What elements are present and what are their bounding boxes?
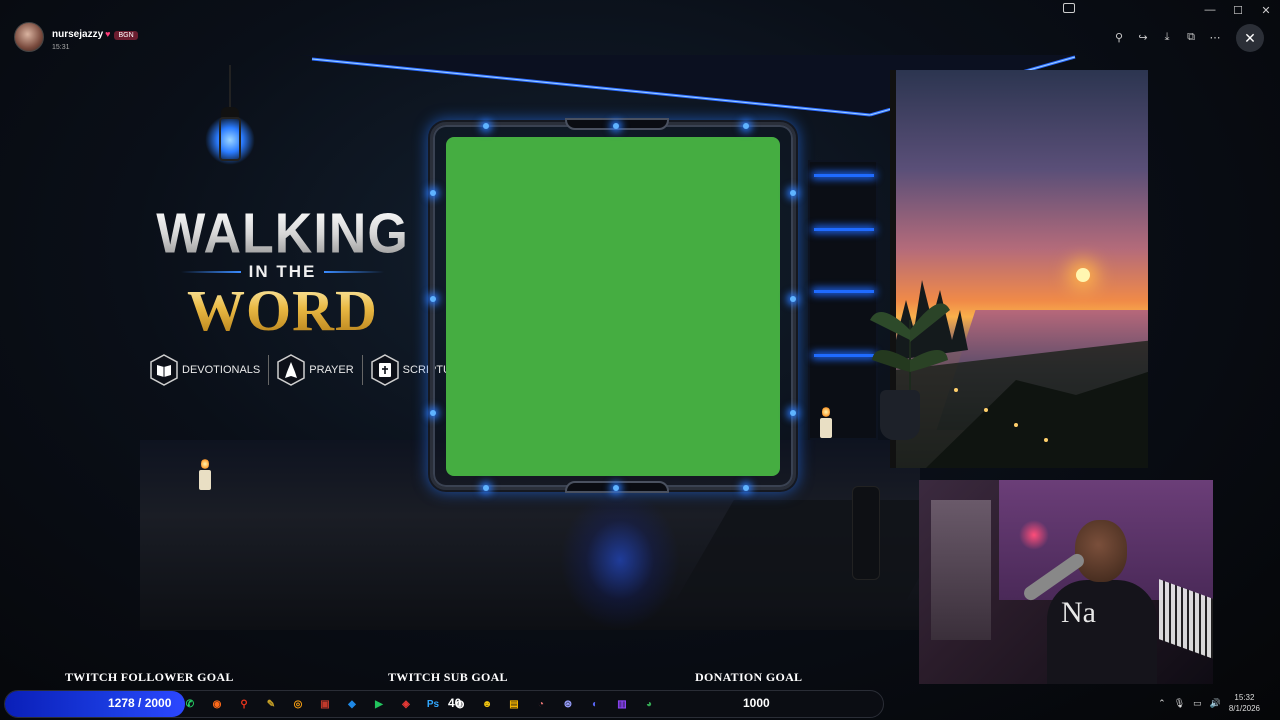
whatsapp-icon[interactable]: ✆: [180, 694, 200, 714]
avatar[interactable]: [14, 22, 44, 52]
candle: [820, 418, 832, 438]
category-list: DEVOTIONALS PRAYER SCRIPTURE: [150, 354, 466, 386]
lantern-icon: [205, 65, 255, 185]
search-icon[interactable]: ⚲: [234, 694, 254, 714]
close-window-icon[interactable]: ✕: [1252, 0, 1280, 20]
photoshop-icon[interactable]: Ps: [423, 694, 443, 714]
category-prayer: PRAYER: [277, 354, 354, 386]
candle-flame: [822, 406, 830, 418]
water-bottle: [852, 486, 880, 580]
stream-title: WALKING IN THE WORD: [150, 206, 415, 340]
streamlabs-icon[interactable]: ◈: [396, 694, 416, 714]
frame-led: [483, 123, 489, 129]
obs-icon[interactable]: ◎: [288, 694, 308, 714]
close-icon[interactable]: ✕: [1236, 24, 1264, 52]
pen-icon[interactable]: ✎: [261, 694, 281, 714]
frame-led: [483, 485, 489, 491]
follower-goal-value: 1278 / 2000: [108, 696, 172, 710]
frame-led: [743, 123, 749, 129]
category-devotionals: DEVOTIONALS: [150, 354, 260, 386]
bible-icon: [370, 354, 399, 386]
mic-icon[interactable]: 🎙: [1174, 698, 1185, 709]
volume-icon[interactable]: 🔊: [1210, 698, 1221, 709]
frame-led: [430, 190, 436, 196]
frame-led: [430, 296, 436, 302]
screen-capture-icon[interactable]: [1063, 3, 1075, 13]
green-screen-area: [446, 137, 780, 476]
share-icon[interactable]: ↪: [1134, 28, 1152, 46]
ninja-icon[interactable]: ☻: [477, 694, 497, 714]
frame-led: [613, 485, 619, 491]
bookshelf: [808, 160, 878, 440]
window-controls: — ☐ ✕: [1196, 0, 1280, 20]
zoom-icon[interactable]: ⚲: [1110, 28, 1128, 46]
clock-time: 15:32: [1234, 693, 1255, 702]
download-icon[interactable]: ⤓: [1158, 28, 1176, 46]
title-word: WORD: [150, 282, 415, 340]
post-author: nursejazzy ♥ BGN 15:31: [14, 22, 138, 52]
book-icon: [150, 354, 178, 386]
poster-name[interactable]: nursejazzy: [52, 29, 103, 40]
candle: [199, 470, 211, 490]
maximize-icon[interactable]: ☐: [1224, 0, 1252, 20]
frame-led: [430, 410, 436, 416]
title-walking: WALKING: [150, 206, 415, 262]
twitch-icon[interactable]: ▥: [612, 694, 632, 714]
frame-led: [790, 190, 796, 196]
system-tray: ⌃ 🎙 ▭ 🔊 15:32 8/1/2026: [1158, 692, 1260, 714]
plant-pot: [880, 390, 920, 440]
heart-icon: ♥: [105, 28, 111, 39]
viewer-toolbar: ⚲ ↪ ⤓ ⧉ ⋯: [1110, 28, 1224, 46]
category-divider: [268, 355, 270, 385]
clock[interactable]: 15:32 8/1/2026: [1229, 692, 1260, 714]
taskbar: ✆ ◉ ⚲ ✎ ◎ ▣ ◆ ▶ ◈ Ps ◍ ☻ ▤ ◔ ⊛ ◐ ▥ ◕: [180, 690, 659, 718]
capture-icon[interactable]: ◍: [450, 694, 470, 714]
webcam-feed: Na: [919, 480, 1213, 684]
more-icon[interactable]: ⋯: [1206, 28, 1224, 46]
frame-led: [790, 296, 796, 302]
frame-led: [743, 485, 749, 491]
donation-goal-label: DONATION GOAL: [695, 670, 803, 684]
chrome-icon[interactable]: ◕: [639, 694, 659, 714]
category-divider: [361, 355, 363, 385]
minimize-icon[interactable]: —: [1196, 0, 1224, 20]
post-time: 15:31: [52, 43, 70, 51]
frame-led: [613, 123, 619, 129]
floor-glow: [560, 490, 680, 630]
screen: — ☐ ✕ WALKING IN THE WORD DEVOTIONALS PR…: [0, 0, 1280, 720]
shirt-text: Na: [1061, 596, 1096, 629]
fingerprint-icon[interactable]: ⊛: [558, 694, 578, 714]
discord-icon[interactable]: ◐: [585, 694, 605, 714]
sub-goal-label: TWITCH SUB GOAL: [388, 670, 508, 684]
player-icon[interactable]: ▶: [369, 694, 389, 714]
poster-badge: BGN: [114, 30, 138, 40]
clock-icon[interactable]: ◔: [531, 694, 551, 714]
edge-icon[interactable]: ◆: [342, 694, 362, 714]
network-icon[interactable]: ▭: [1193, 698, 1202, 709]
candle-flame: [201, 458, 209, 470]
open-external-icon[interactable]: ⧉: [1182, 28, 1200, 46]
streamer: Na: [1047, 520, 1157, 684]
chevron-up-icon[interactable]: ⌃: [1158, 698, 1166, 709]
follower-goal-label: TWITCH FOLLOWER GOAL: [65, 670, 234, 684]
media-icon[interactable]: ▣: [315, 694, 335, 714]
praying-hands-icon: [277, 354, 305, 386]
donation-goal-value: 1000: [743, 696, 770, 710]
firefox-icon[interactable]: ◉: [207, 694, 227, 714]
frame-led: [790, 410, 796, 416]
clock-date: 8/1/2026: [1228, 704, 1260, 713]
folder-icon[interactable]: ▤: [504, 694, 524, 714]
